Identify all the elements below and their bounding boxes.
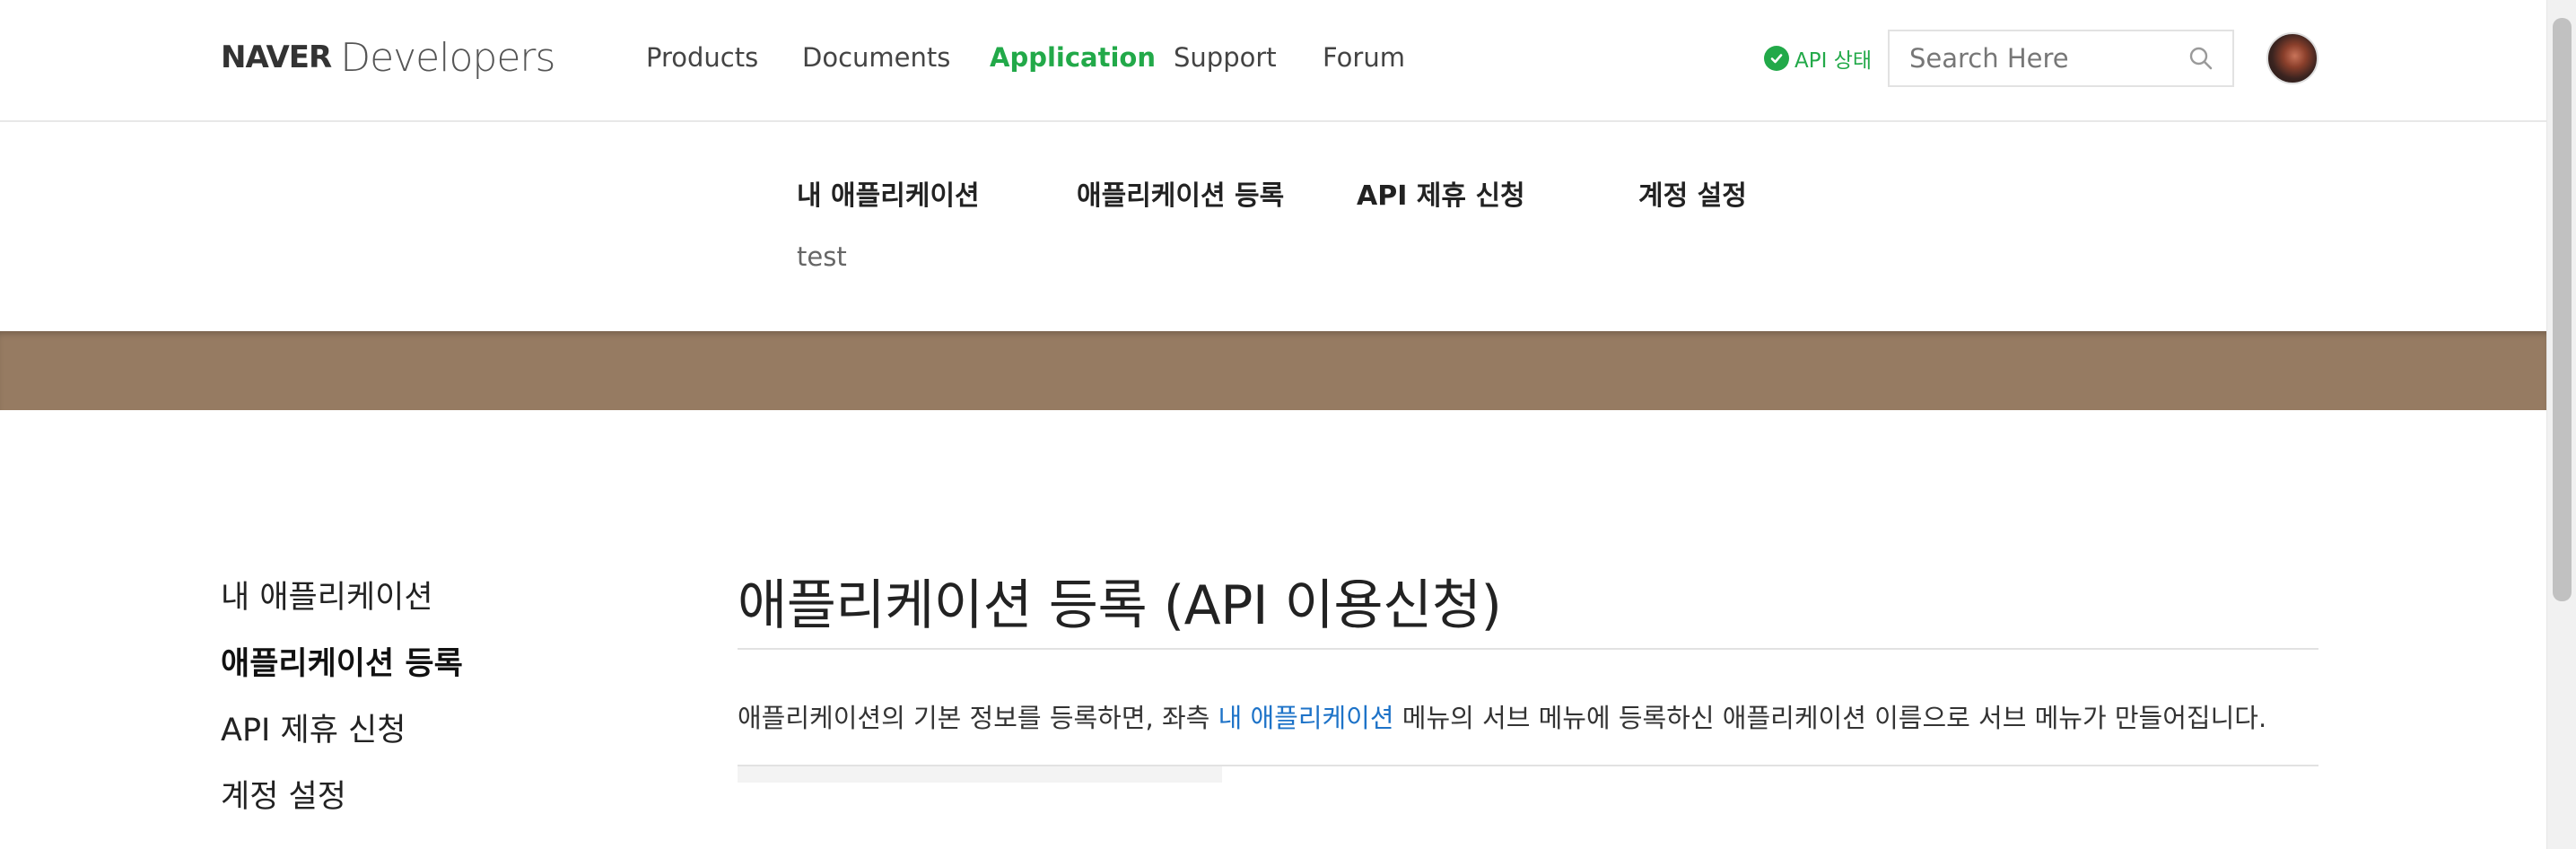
submenu-api-partnership[interactable]: API 제휴 신청 xyxy=(1357,173,1525,213)
logo-brand: NAVER xyxy=(221,39,332,75)
nav-application[interactable]: Application xyxy=(990,39,1156,75)
sidebar-nav: 내 애플리케이션 애플리케이션 등록 API 제휴 신청 계정 설정 xyxy=(221,573,463,838)
api-status-label: API 상태 xyxy=(1794,49,1873,73)
global-header: NAVER Developers Products Documents Appl… xyxy=(0,0,2546,122)
submenu-my-applications[interactable]: 내 애플리케이션 xyxy=(797,173,980,213)
page-description: 애플리케이션의 기본 정보를 등록하면, 좌측 내 애플리케이션 메뉴의 서브 … xyxy=(738,693,2318,743)
search-icon[interactable] xyxy=(2187,45,2214,75)
scrollbar-thumb[interactable] xyxy=(2553,18,2572,601)
form-tab-strip xyxy=(738,766,1222,783)
submenu-account-settings[interactable]: 계정 설정 xyxy=(1638,173,1747,213)
nav-forum[interactable]: Forum xyxy=(1323,39,1405,75)
nav-support[interactable]: Support xyxy=(1174,39,1277,75)
sidebar-item-api-partnership[interactable]: API 제휴 신청 xyxy=(221,705,463,772)
nav-documents[interactable]: Documents xyxy=(802,39,950,75)
submenu-register-application[interactable]: 애플리케이션 등록 xyxy=(1077,173,1284,213)
application-submenu: 내 애플리케이션 애플리케이션 등록 API 제휴 신청 계정 설정 test xyxy=(0,123,2546,331)
search-box xyxy=(1888,30,2234,87)
naver-developers-logo[interactable]: NAVER Developers xyxy=(221,32,555,83)
nav-products[interactable]: Products xyxy=(646,39,758,75)
search-input[interactable] xyxy=(1909,31,2179,85)
api-status-link[interactable]: API 상태 xyxy=(1764,43,1872,74)
logo-product: Developers xyxy=(340,34,555,81)
description-text-end: 메뉴의 서브 메뉴에 등록하신 애플리케이션 이름으로 서브 메뉴가 만들어집니… xyxy=(1393,703,2267,733)
description-text-start: 애플리케이션의 기본 정보를 등록하면, 좌측 xyxy=(738,703,1218,733)
page-title: 애플리케이션 등록 (API 이용신청) xyxy=(738,564,2318,650)
my-applications-link[interactable]: 내 애플리케이션 xyxy=(1218,703,1394,733)
sidebar-item-account-settings[interactable]: 계정 설정 xyxy=(221,772,463,838)
sidebar-item-register-application[interactable]: 애플리케이션 등록 xyxy=(221,639,463,705)
submenu-app-test[interactable]: test xyxy=(797,241,847,272)
check-circle-icon xyxy=(1764,46,1789,71)
user-avatar[interactable] xyxy=(2266,32,2318,84)
page-scrollbar[interactable] xyxy=(2546,0,2576,849)
sidebar-item-my-applications[interactable]: 내 애플리케이션 xyxy=(221,573,463,639)
main-content: 애플리케이션 등록 (API 이용신청) 애플리케이션의 기본 정보를 등록하면… xyxy=(738,564,2318,783)
page-banner xyxy=(0,331,2546,410)
